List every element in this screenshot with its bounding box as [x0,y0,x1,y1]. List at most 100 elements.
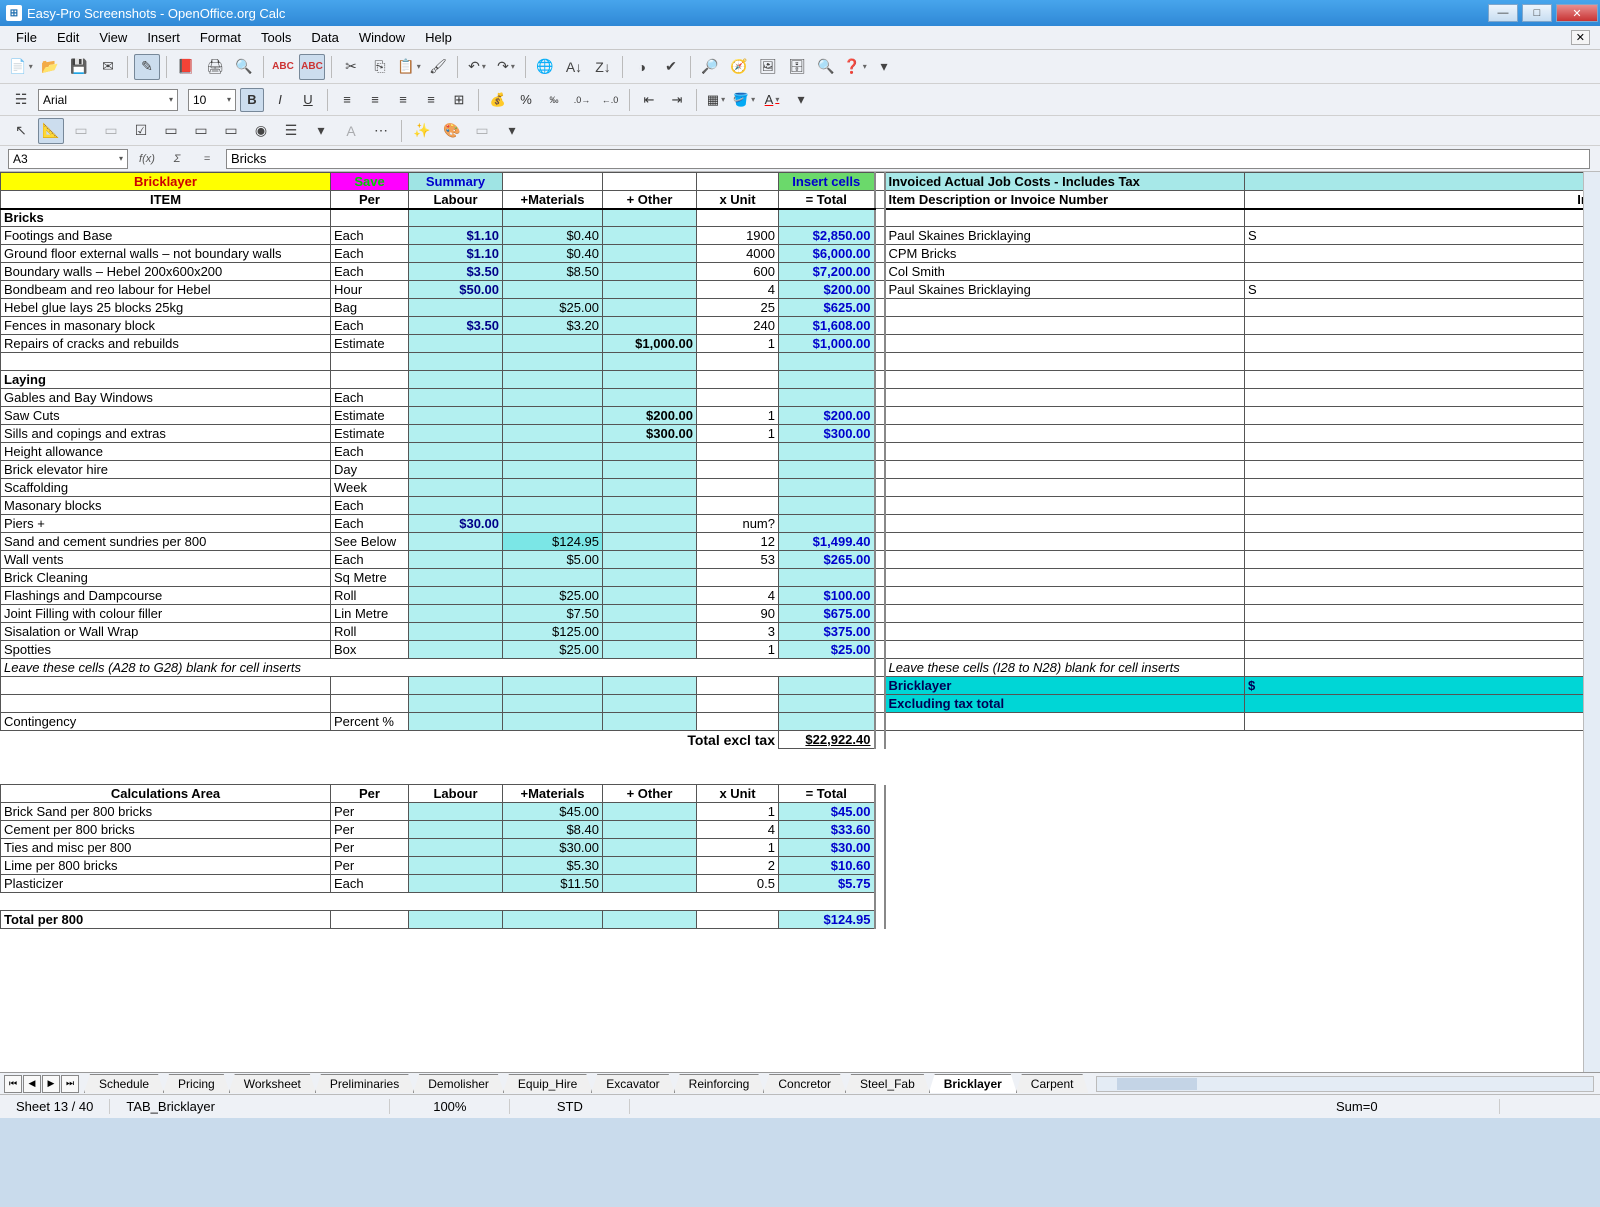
materials-cell[interactable] [503,281,603,299]
section-header[interactable]: Laying [1,371,331,389]
add-decimal-button[interactable]: .0→ [570,88,594,112]
other-cell[interactable] [603,551,697,569]
desc-cell[interactable] [885,713,1245,731]
merge-cells-button[interactable]: ⊞ [447,88,471,112]
total-cell[interactable] [779,461,875,479]
maximize-button[interactable]: □ [1522,4,1552,22]
help-button[interactable]: ❓▾ [842,54,868,80]
materials-cell[interactable]: $8.50 [503,263,603,281]
sheet-tab-equip_hire[interactable]: Equip_Hire [503,1074,592,1093]
labour-cell[interactable] [409,389,503,407]
italic-button[interactable]: I [268,88,292,112]
materials-cell[interactable] [503,461,603,479]
calc-total[interactable]: $10.60 [779,857,875,875]
labour-cell[interactable]: $1.10 [409,227,503,245]
unit-cell[interactable]: 3 [697,623,779,641]
desc-cell[interactable] [885,479,1245,497]
item-cell[interactable]: Boundary walls – Hebel 200x600x200 [1,263,331,281]
desc-cell[interactable] [885,605,1245,623]
other-cell[interactable] [603,497,697,515]
item-cell[interactable]: Fences in masonary block [1,317,331,335]
sheet-tab-pricing[interactable]: Pricing [163,1074,230,1093]
labour-cell[interactable] [409,623,503,641]
labour-cell[interactable]: $30.00 [409,515,503,533]
calc-materials[interactable]: $45.00 [503,803,603,821]
tab-next[interactable]: ▶ [42,1075,60,1093]
calc-total[interactable]: $30.00 [779,839,875,857]
calc-item[interactable]: Brick Sand per 800 bricks [1,803,331,821]
sheet-tab-preliminaries[interactable]: Preliminaries [315,1074,414,1093]
materials-cell[interactable] [503,389,603,407]
other-cell[interactable] [603,461,697,479]
other-cell[interactable]: $200.00 [603,407,697,425]
calc-materials[interactable]: $30.00 [503,839,603,857]
calc-materials[interactable]: $11.50 [503,875,603,893]
per-cell[interactable]: Each [331,497,409,515]
autospell-button[interactable]: ABC [299,54,325,80]
labour-cell[interactable] [409,497,503,515]
format-toolbar-options[interactable]: ▾ [788,87,814,113]
copy-button[interactable]: ⎘ [367,54,393,80]
status-zoom[interactable]: 100% [390,1099,510,1114]
desc-cell[interactable] [885,209,1245,227]
labour-cell[interactable] [409,443,503,461]
unit-cell[interactable] [697,713,779,731]
unit-cell[interactable]: 4 [697,281,779,299]
print-preview-button[interactable]: 🔍 [231,54,257,80]
font-size-select[interactable]: 10▾ [188,89,236,111]
option-control[interactable]: ◉ [248,118,274,144]
desc-cell[interactable]: Paul Skaines Bricklaying [885,281,1245,299]
sum-button[interactable]: Σ [166,149,188,169]
checkbox-control[interactable]: ☑ [128,118,154,144]
name-box[interactable]: A3▾ [8,149,128,169]
unit-cell[interactable]: num? [697,515,779,533]
other-cell[interactable] [603,227,697,245]
find-button[interactable]: 🔎 [697,54,723,80]
sheet-tab-worksheet[interactable]: Worksheet [229,1074,316,1093]
item-cell[interactable]: Scaffolding [1,479,331,497]
per-cell[interactable]: Hour [331,281,409,299]
align-left-button[interactable]: ≡ [335,88,359,112]
currency-button[interactable]: 💰 [486,88,510,112]
total-cell[interactable]: $265.00 [779,551,875,569]
materials-cell[interactable]: $3.20 [503,317,603,335]
chart-button[interactable]: ◑ [629,54,655,80]
cut-button[interactable]: ✂ [338,54,364,80]
labour-cell[interactable] [409,461,503,479]
unit-cell[interactable]: 12 [697,533,779,551]
per-cell[interactable]: Each [331,443,409,461]
item-cell[interactable]: Brick elevator hire [1,461,331,479]
item-cell[interactable]: Saw Cuts [1,407,331,425]
total-cell[interactable]: $625.00 [779,299,875,317]
percent-button[interactable]: % [514,88,538,112]
calc-item[interactable]: Cement per 800 bricks [1,821,331,839]
summary-cell-button[interactable]: Summary [409,173,503,191]
decrease-indent-button[interactable]: ⇤ [637,88,661,112]
calc-materials[interactable]: $8.40 [503,821,603,839]
toolbar-options[interactable]: ▾ [871,54,897,80]
desc-cell[interactable] [885,407,1245,425]
materials-cell[interactable] [503,407,603,425]
calc-per[interactable]: Per [331,857,409,875]
export-pdf-button[interactable]: 📕 [173,54,199,80]
menu-data[interactable]: Data [301,27,348,48]
materials-cell[interactable]: $0.40 [503,245,603,263]
item-cell[interactable]: Flashings and Dampcourse [1,587,331,605]
bgcolor-button[interactable]: 🪣▾ [732,88,756,112]
other-cell[interactable] [603,299,697,317]
function-wizard-button[interactable]: f(x) [136,149,158,169]
desc-cell[interactable]: Leave these cells (I28 to N28) blank for… [885,659,1245,677]
per-cell[interactable]: Estimate [331,425,409,443]
label-control[interactable]: A [338,118,364,144]
design-mode-button[interactable]: 📐 [38,118,64,144]
other-cell[interactable]: $300.00 [603,425,697,443]
materials-cell[interactable] [503,713,603,731]
other-cell[interactable] [603,389,697,407]
wizards-button[interactable]: ✨ [409,118,435,144]
calc-total[interactable]: $5.75 [779,875,875,893]
desc-cell[interactable] [885,497,1245,515]
hyperlink-button[interactable]: 🌐 [532,54,558,80]
menu-help[interactable]: Help [415,27,462,48]
other-cell[interactable] [603,281,697,299]
total-cell[interactable]: $1,000.00 [779,335,875,353]
